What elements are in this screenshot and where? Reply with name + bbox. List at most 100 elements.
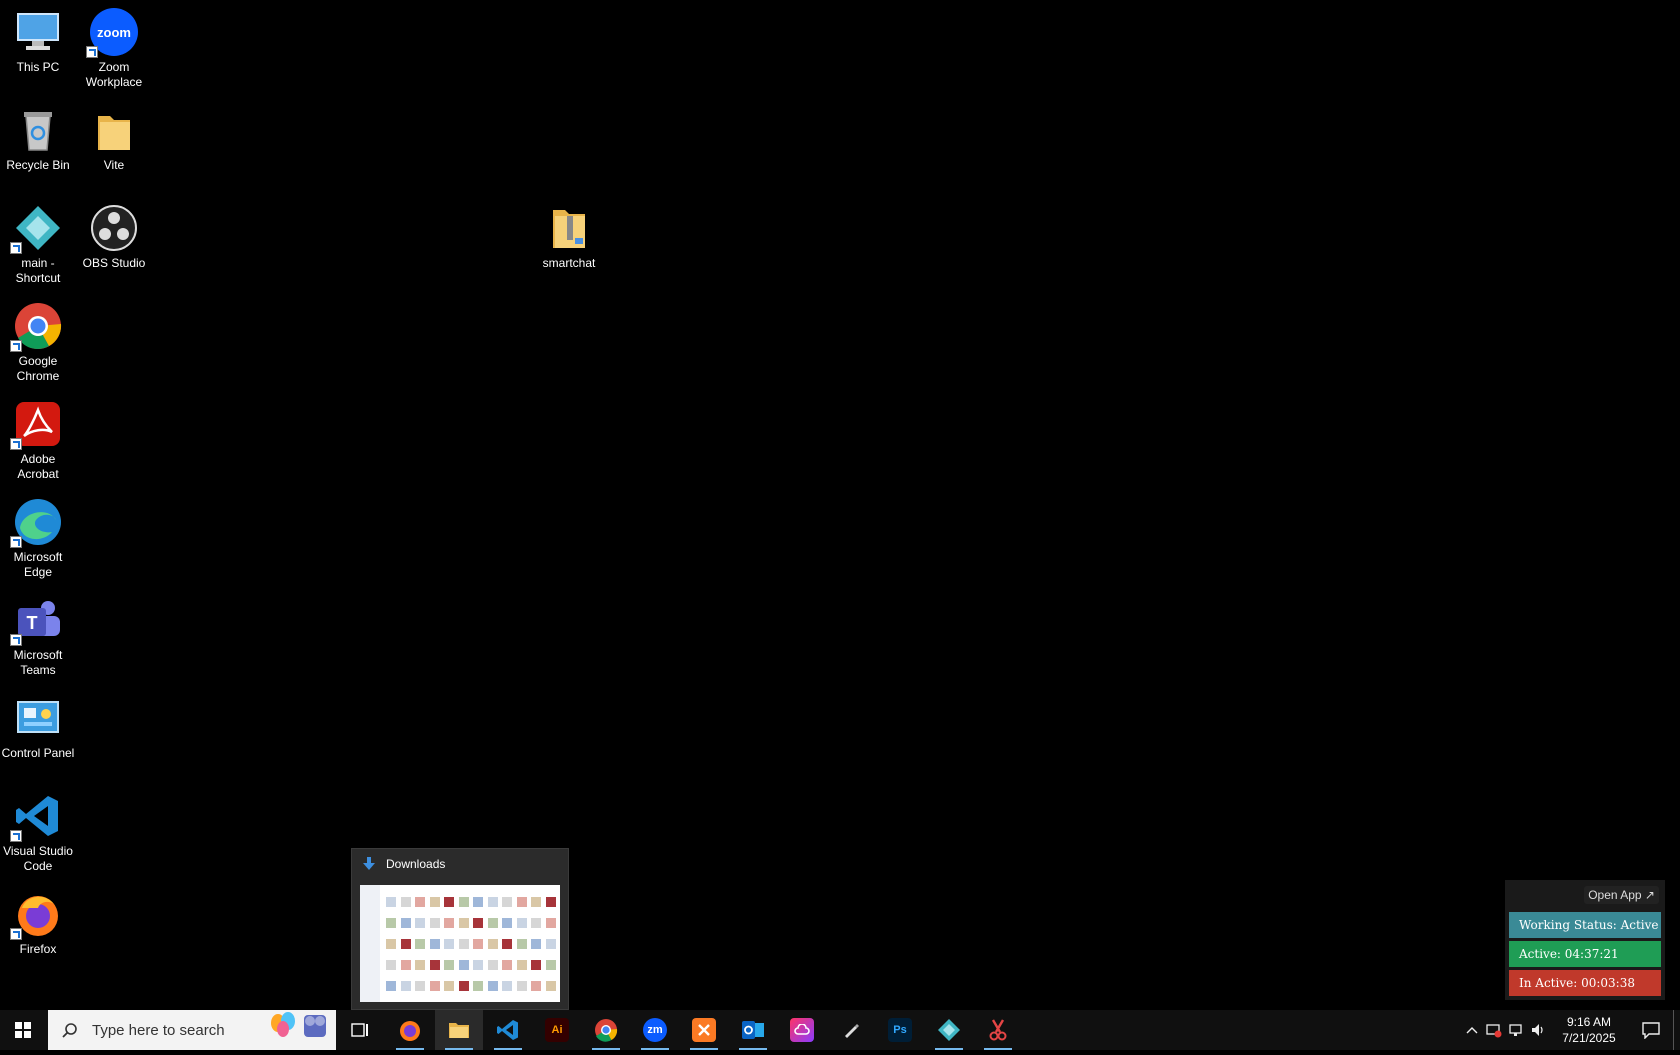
taskbar-outlook[interactable] [729, 1010, 777, 1050]
firefox-icon [10, 890, 62, 940]
desktop-icon-microsoft-teams[interactable]: T Microsoft Teams [0, 596, 76, 678]
main-app-icon [10, 204, 62, 254]
desktop-icon-google-chrome[interactable]: Google Chrome [0, 302, 76, 384]
desktop-icon-zoom-workplace[interactable]: zoom Zoom Workplace [76, 8, 152, 90]
taskbar-creative-cloud[interactable] [778, 1010, 826, 1050]
shortcut-arrow-icon [10, 340, 22, 352]
desktop-icon-label: Control Panel [1, 746, 75, 760]
notification-center-button[interactable] [1629, 1010, 1673, 1050]
outlook-icon [742, 1021, 764, 1039]
control-panel-icon [14, 694, 62, 742]
downloads-window-preview[interactable]: Downloads [351, 848, 569, 1010]
illustrator-icon: Ai [545, 1018, 569, 1042]
show-hidden-icons-chevron-icon[interactable] [1461, 1010, 1483, 1050]
notification-icon [1642, 1022, 1660, 1039]
taskbar-photoshop[interactable]: Ps [876, 1010, 924, 1050]
adobe-acrobat-icon [10, 400, 62, 450]
system-tray: 9:16 AM 7/21/2025 [1461, 1010, 1680, 1050]
desktop-icon-label: Visual Studio Code [3, 844, 73, 873]
clock-date: 7/21/2025 [1562, 1031, 1616, 1045]
security-alert-icon[interactable] [1483, 1010, 1505, 1050]
search-placeholder: Type here to search [92, 1021, 225, 1039]
active-time-badge: Active: 04:37:21 [1509, 941, 1661, 967]
taskbar-visual-studio-code[interactable] [484, 1010, 532, 1050]
taskbar-adobe-illustrator[interactable]: Ai [533, 1010, 581, 1050]
xampp-icon [692, 1018, 716, 1042]
shortcut-arrow-icon [10, 928, 22, 940]
desktop-icon-control-panel[interactable]: Control Panel [0, 694, 76, 761]
desktop-icon-visual-studio-code[interactable]: Visual Studio Code [0, 792, 76, 874]
desktop-icon-label: Microsoft Edge [13, 550, 63, 579]
desktop-icon-label: main - Shortcut [15, 256, 61, 285]
vscode-icon [497, 1020, 518, 1040]
time-tracker-widget: Open App ↗ Working Status: Active Active… [1505, 880, 1665, 1000]
main-app-icon [938, 1019, 960, 1041]
obs-studio-icon [90, 204, 138, 252]
task-view-icon [351, 1023, 368, 1037]
network-icon[interactable] [1505, 1010, 1527, 1050]
open-app-button[interactable]: Open App ↗ [1584, 886, 1659, 904]
desktop-icon-label: Zoom Workplace [85, 60, 143, 89]
taskbar-xampp[interactable] [680, 1010, 728, 1050]
inactive-time-badge: In Active: 00:03:38 [1509, 970, 1661, 996]
taskbar-snipping-tool[interactable] [974, 1010, 1022, 1050]
desktop-icon-label: Microsoft Teams [13, 648, 63, 677]
shortcut-arrow-icon [10, 634, 22, 646]
shortcut-arrow-icon [86, 46, 98, 58]
taskbar-zoom[interactable]: zm [631, 1010, 679, 1050]
shortcut-arrow-icon [10, 242, 22, 254]
preview-header: Downloads [352, 849, 568, 879]
search-icon [62, 1022, 78, 1038]
preview-title: Downloads [386, 857, 446, 871]
desktop-icon-microsoft-edge[interactable]: Microsoft Edge [0, 498, 76, 580]
teams-icon: T [10, 596, 62, 646]
desktop-icon-obs-studio[interactable]: OBS Studio [76, 204, 152, 271]
desktop-icon-vite[interactable]: Vite [76, 106, 152, 173]
pen-icon [845, 1024, 859, 1038]
svg-text:T: T [27, 613, 38, 633]
taskbar-firefox[interactable] [386, 1010, 434, 1050]
desktop-icon-this-pc[interactable]: This PC [0, 8, 76, 75]
vscode-icon [10, 792, 62, 842]
desktop-icon-label: Recycle Bin [6, 158, 70, 172]
windows-logo-icon [15, 1022, 31, 1038]
snipping-tool-icon [989, 1019, 1007, 1041]
desktop-icon-firefox[interactable]: Firefox [0, 890, 76, 957]
folder-icon [90, 106, 138, 154]
start-button[interactable] [0, 1010, 46, 1050]
shortcut-arrow-icon [10, 830, 22, 842]
chrome-icon [10, 302, 62, 352]
taskbar-main-app[interactable] [925, 1010, 973, 1050]
volume-icon[interactable] [1527, 1010, 1549, 1050]
taskbar-search-box[interactable]: Type here to search [48, 1010, 336, 1050]
creative-cloud-icon [790, 1018, 814, 1042]
edge-icon [10, 498, 62, 548]
desktop-icon-main-shortcut[interactable]: main - Shortcut [0, 204, 76, 286]
this-pc-icon [14, 8, 62, 56]
shortcut-arrow-icon [10, 536, 22, 548]
firefox-icon [400, 1021, 420, 1041]
desktop-icon-label: Adobe Acrobat [17, 452, 59, 481]
desktop-icon-label: OBS Studio [82, 256, 146, 270]
desktop-icon-smartchat[interactable]: smartchat [531, 204, 607, 271]
taskbar-pen-tool[interactable] [827, 1010, 875, 1050]
photoshop-icon: Ps [888, 1018, 912, 1042]
taskbar-task-view[interactable] [336, 1010, 384, 1050]
zoom-icon: zm [643, 1018, 667, 1042]
zip-folder-icon [545, 204, 593, 252]
desktop-icon-label: Vite [103, 158, 125, 172]
taskbar-google-chrome[interactable] [582, 1010, 630, 1050]
desktop-icon-adobe-acrobat[interactable]: Adobe Acrobat [0, 400, 76, 482]
folder-icon [449, 1023, 469, 1038]
taskbar-file-explorer[interactable] [435, 1010, 483, 1050]
desktop-icon-label: This PC [16, 60, 60, 74]
desktop-icon-recycle-bin[interactable]: Recycle Bin [0, 106, 76, 173]
shortcut-arrow-icon [10, 438, 22, 450]
taskbar-clock[interactable]: 9:16 AM 7/21/2025 [1549, 1014, 1629, 1046]
desktop-icon-label: Firefox [19, 942, 57, 956]
show-desktop-button[interactable] [1673, 1010, 1680, 1050]
zoom-icon: zoom [86, 8, 138, 58]
chrome-icon [595, 1019, 618, 1042]
preview-thumbnail [360, 885, 560, 1002]
working-status-badge: Working Status: Active [1509, 912, 1661, 938]
